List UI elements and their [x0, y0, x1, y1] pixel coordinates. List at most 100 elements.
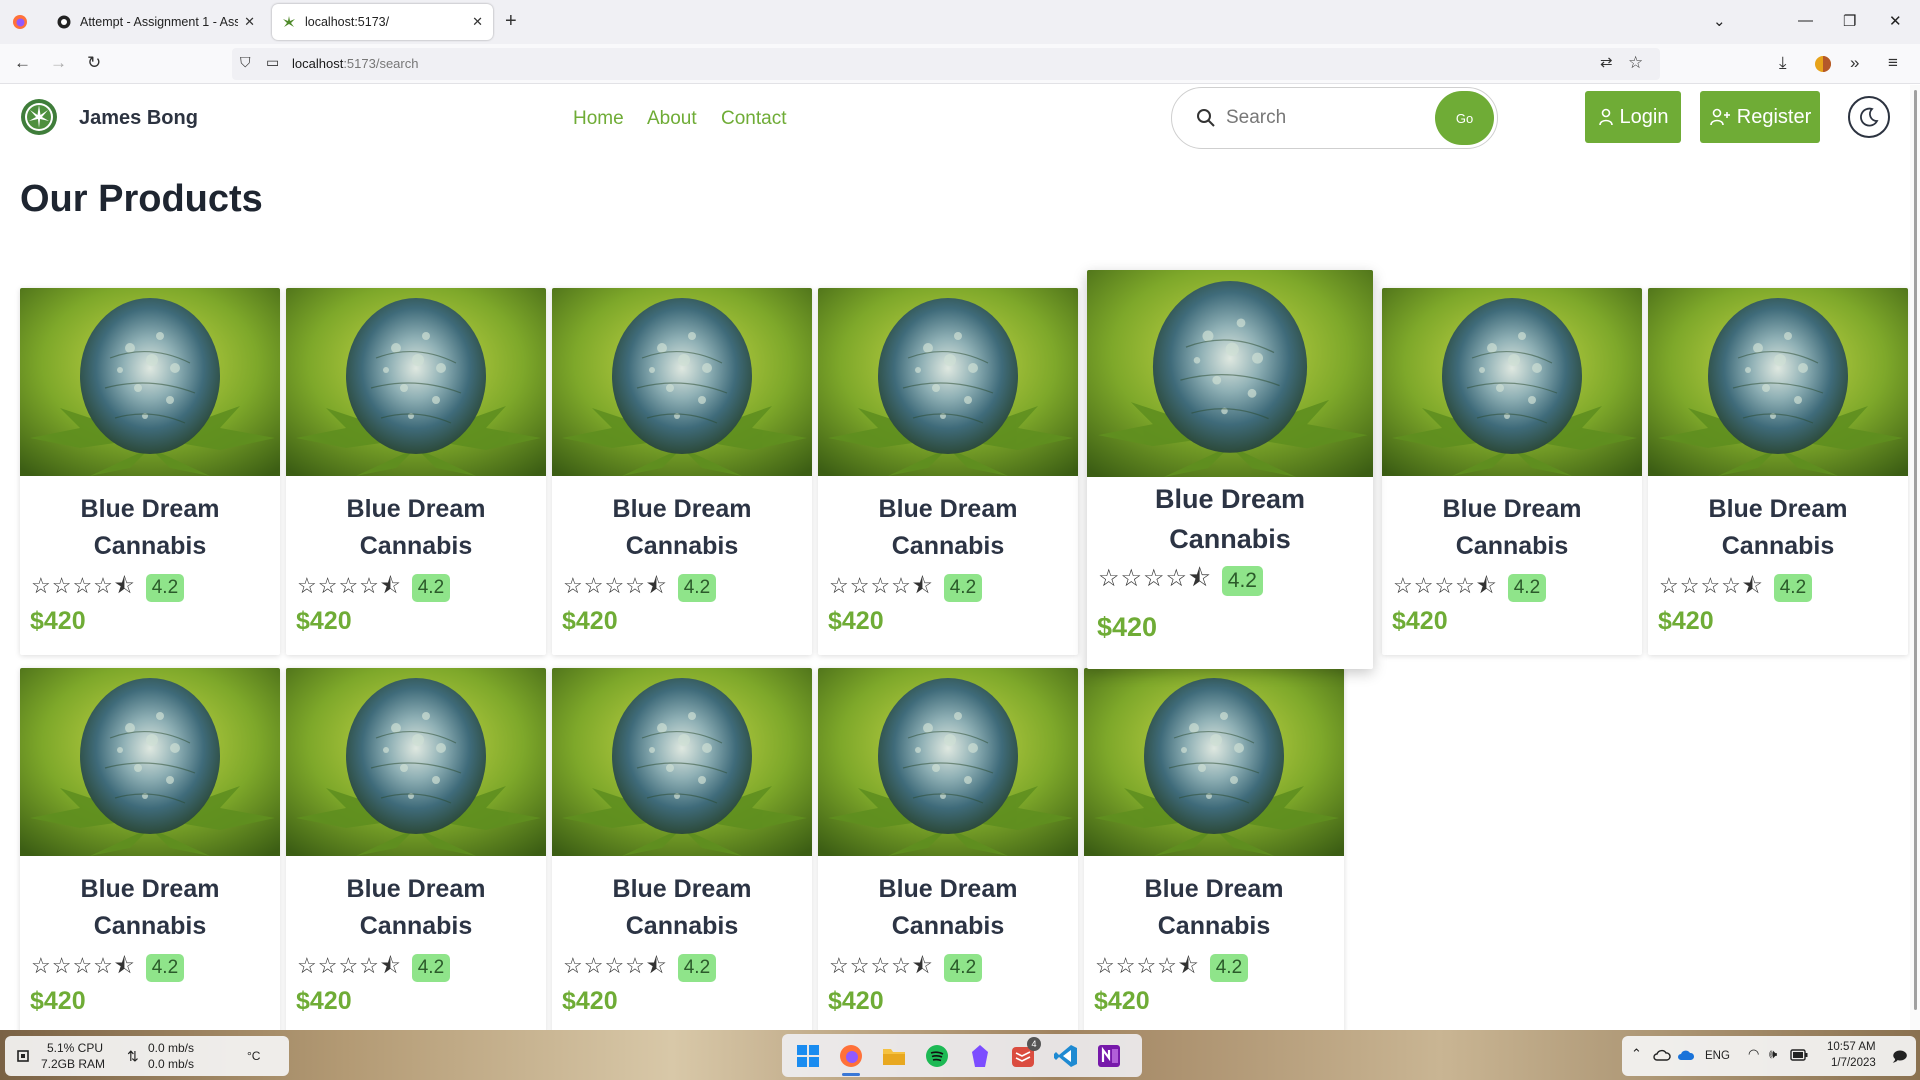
- product-image[interactable]: [1648, 288, 1908, 476]
- product-card[interactable]: Blue Dream Cannabis ☆☆☆☆⯪ 4.2 $420: [286, 668, 546, 1035]
- product-rating: ☆☆☆☆⯪ 4.2: [563, 573, 717, 603]
- product-name[interactable]: Blue Dream Cannabis: [1660, 491, 1896, 565]
- cannabis-logo-icon[interactable]: [20, 98, 58, 136]
- chevron-up-icon[interactable]: ⌃: [1631, 1046, 1642, 1062]
- product-card[interactable]: Blue Dream Cannabis ☆☆☆☆⯪ 4.2 $420: [1648, 288, 1908, 655]
- file-explorer-icon[interactable]: [881, 1043, 907, 1069]
- register-button[interactable]: Register: [1700, 91, 1820, 143]
- forward-arrow-icon[interactable]: →: [50, 53, 67, 73]
- url-bar[interactable]: [232, 48, 1660, 80]
- product-name[interactable]: Blue Dream Cannabis: [298, 871, 534, 945]
- close-tab-icon[interactable]: ✕: [244, 14, 255, 30]
- product-name[interactable]: Blue Dream Cannabis: [32, 871, 268, 945]
- product-image[interactable]: [1084, 668, 1344, 856]
- translate-icon[interactable]: ⇄: [1600, 53, 1613, 71]
- bookmark-star-icon[interactable]: ☆: [1628, 53, 1643, 73]
- product-rating: ☆☆☆☆⯪ 4.2: [1095, 953, 1249, 983]
- moodle-icon: [57, 15, 71, 29]
- close-window-icon[interactable]: ✕: [1889, 12, 1902, 30]
- product-card[interactable]: Blue Dream Cannabis ☆☆☆☆⯪ 4.2 $420: [20, 288, 280, 655]
- product-image[interactable]: [1087, 270, 1373, 477]
- clock-date[interactable]: 1/7/2023: [1831, 1057, 1876, 1069]
- product-name[interactable]: Blue Dream Cannabis: [1099, 479, 1361, 559]
- active-app-indicator: [842, 1073, 860, 1076]
- page-scrollbar-thumb[interactable]: [1914, 90, 1917, 1010]
- nav-about-link[interactable]: About: [647, 108, 697, 130]
- cannabis-bud-image: [1648, 288, 1908, 476]
- onenote-icon[interactable]: [1096, 1043, 1122, 1069]
- product-name[interactable]: Blue Dream Cannabis: [1096, 871, 1332, 945]
- search-input[interactable]: [1226, 104, 1416, 132]
- cloud-icon[interactable]: [1653, 1048, 1671, 1062]
- downloads-icon[interactable]: ⤓: [1779, 53, 1787, 73]
- product-name[interactable]: Blue Dream Cannabis: [298, 491, 534, 565]
- tab-assignment[interactable]: Attempt - Assignment 1 - Assig ✕: [47, 4, 265, 40]
- product-image[interactable]: [286, 288, 546, 476]
- product-image[interactable]: [818, 288, 1078, 476]
- system-monitor-widget[interactable]: 5.1% CPU 7.2GB RAM ⇅ 0.0 mb/s 0.0 mb/s °…: [5, 1036, 289, 1076]
- brand-name[interactable]: James Bong: [79, 107, 198, 130]
- product-image[interactable]: [286, 668, 546, 856]
- windows-start-icon[interactable]: [795, 1043, 821, 1069]
- tab-list-chevron-icon[interactable]: ⌄: [1713, 12, 1726, 30]
- minimize-icon[interactable]: —: [1798, 12, 1813, 29]
- product-card[interactable]: Blue Dream Cannabis ☆☆☆☆⯪ 4.2 $420: [552, 668, 812, 1035]
- nav-contact-link[interactable]: Contact: [721, 108, 786, 130]
- clock-time[interactable]: 10:57 AM: [1827, 1041, 1876, 1053]
- product-name[interactable]: Blue Dream Cannabis: [564, 871, 800, 945]
- product-image[interactable]: [818, 668, 1078, 856]
- login-button[interactable]: Login: [1585, 91, 1681, 143]
- notifications-icon[interactable]: 🗩: [1892, 1046, 1908, 1070]
- wifi-icon[interactable]: ◠: [1748, 1046, 1759, 1062]
- onedrive-icon[interactable]: [1677, 1048, 1695, 1062]
- product-card[interactable]: Blue Dream Cannabis ☆☆☆☆⯪ 4.2 $420: [20, 668, 280, 1035]
- firefox-icon[interactable]: [12, 14, 28, 30]
- restore-icon[interactable]: ❐: [1843, 12, 1856, 30]
- spotify-icon[interactable]: [924, 1043, 950, 1069]
- speaker-icon[interactable]: 🕪: [1769, 1046, 1777, 1062]
- product-card[interactable]: Blue Dream Cannabis ☆☆☆☆⯪ 4.2 $420: [1087, 270, 1373, 669]
- page-info-icon[interactable]: ▭: [266, 54, 279, 71]
- battery-icon[interactable]: [1790, 1049, 1808, 1061]
- extension-icon[interactable]: [1814, 55, 1832, 73]
- product-card[interactable]: Blue Dream Cannabis ☆☆☆☆⯪ 4.2 $420: [818, 668, 1078, 1035]
- language-indicator[interactable]: ENG: [1705, 1050, 1730, 1062]
- firefox-taskbar-icon[interactable]: [838, 1043, 864, 1069]
- nav-home-link[interactable]: Home: [573, 108, 624, 130]
- url-text[interactable]: localhost:5173/search: [292, 56, 418, 71]
- shield-icon[interactable]: ⛉: [240, 54, 251, 71]
- product-rating: ☆☆☆☆⯪ 4.2: [31, 953, 185, 983]
- go-button[interactable]: Go: [1435, 91, 1494, 145]
- vscode-icon[interactable]: [1053, 1043, 1079, 1069]
- star-rating-icon: ☆☆☆☆⯪: [563, 953, 668, 978]
- product-image[interactable]: [552, 288, 812, 476]
- product-card[interactable]: Blue Dream Cannabis ☆☆☆☆⯪ 4.2 $420: [552, 288, 812, 655]
- product-name[interactable]: Blue Dream Cannabis: [32, 491, 268, 565]
- product-card[interactable]: Blue Dream Cannabis ☆☆☆☆⯪ 4.2 $420: [818, 288, 1078, 655]
- product-name[interactable]: Blue Dream Cannabis: [1394, 491, 1630, 565]
- product-card[interactable]: Blue Dream Cannabis ☆☆☆☆⯪ 4.2 $420: [286, 288, 546, 655]
- tab-localhost[interactable]: localhost:5173/ ✕: [272, 4, 493, 40]
- moon-icon: [1860, 107, 1879, 127]
- back-arrow-icon[interactable]: ←: [14, 53, 31, 73]
- app-menu-icon[interactable]: ≡: [1888, 53, 1898, 73]
- more-tools-icon[interactable]: »: [1850, 53, 1859, 73]
- product-image[interactable]: [20, 288, 280, 476]
- search-icon: [1197, 109, 1215, 127]
- product-card[interactable]: Blue Dream Cannabis ☆☆☆☆⯪ 4.2 $420: [1084, 668, 1344, 1035]
- new-tab-icon[interactable]: +: [505, 10, 517, 33]
- product-image[interactable]: [1382, 288, 1642, 476]
- windows-taskbar: 5.1% CPU 7.2GB RAM ⇅ 0.0 mb/s 0.0 mb/s °…: [0, 1030, 1920, 1080]
- reload-icon[interactable]: ↻: [87, 53, 101, 73]
- product-price: $420: [1094, 987, 1150, 1015]
- theme-toggle-button[interactable]: [1848, 96, 1890, 138]
- product-name[interactable]: Blue Dream Cannabis: [830, 491, 1066, 565]
- product-card[interactable]: Blue Dream Cannabis ☆☆☆☆⯪ 4.2 $420: [1382, 288, 1642, 655]
- product-image[interactable]: [552, 668, 812, 856]
- obsidian-icon[interactable]: [967, 1043, 993, 1069]
- product-name[interactable]: Blue Dream Cannabis: [830, 871, 1066, 945]
- star-rating-icon: ☆☆☆☆⯪: [1098, 564, 1212, 592]
- product-name[interactable]: Blue Dream Cannabis: [564, 491, 800, 565]
- close-tab-icon[interactable]: ✕: [472, 14, 483, 30]
- product-image[interactable]: [20, 668, 280, 856]
